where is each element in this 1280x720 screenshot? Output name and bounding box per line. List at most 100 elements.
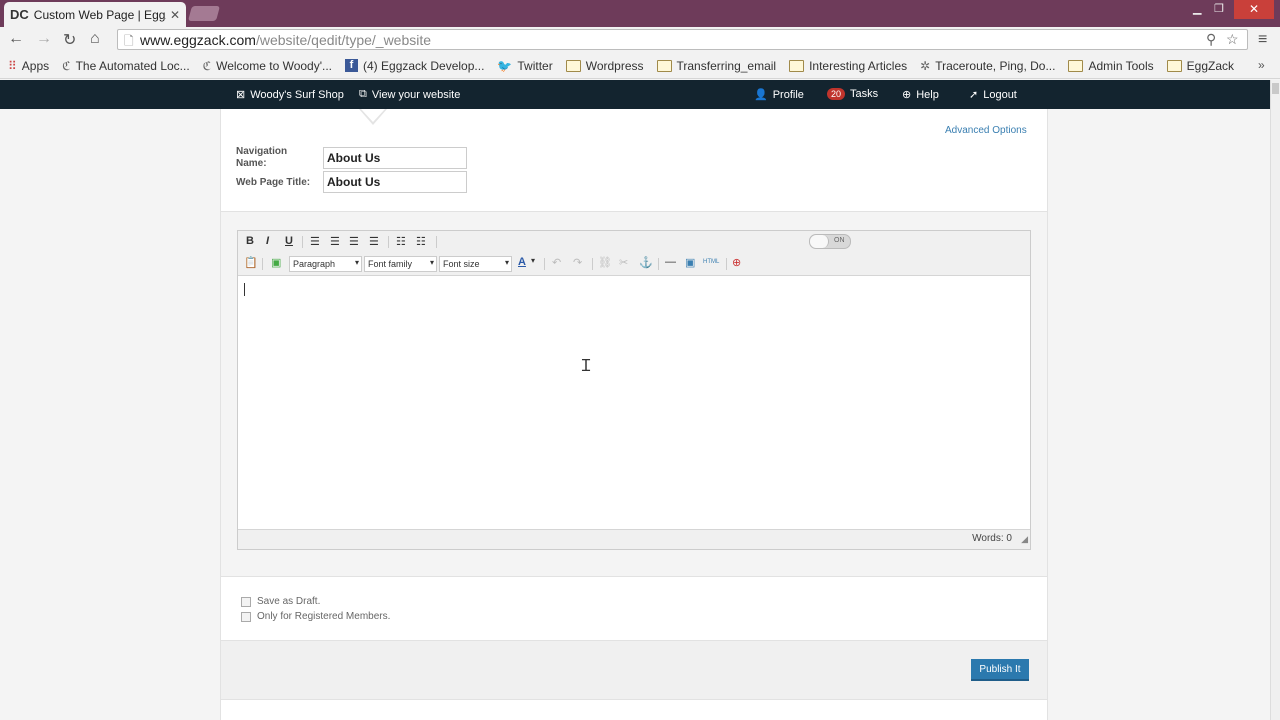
eggzack-logo-icon: ℭ (62, 58, 71, 73)
tasks-count-badge: 20 (827, 88, 846, 100)
view-website-link[interactable]: ⧉ View your website (359, 88, 460, 101)
site-name: Woody's Surf Shop (250, 88, 344, 101)
save-draft-label: Save as Draft. (257, 596, 321, 607)
site-name-link[interactable]: ⊠ Woody's Surf Shop (236, 88, 344, 102)
word-count: Words: 0 (972, 533, 1012, 544)
chevron-down-icon[interactable]: ▾ (531, 256, 535, 265)
bookmark-item[interactable]: ℭ The Automated Loc... (62, 59, 190, 73)
folder-icon (789, 59, 805, 72)
bookmark-label: Transferring_email (676, 58, 777, 73)
redo-icon[interactable]: ↷ (573, 256, 582, 269)
toolbar-separator (262, 258, 263, 270)
bookmark-label: Traceroute, Ping, Do... (935, 58, 1056, 73)
align-right-icon[interactable]: ☰ (349, 235, 359, 248)
reload-icon[interactable]: ↻ (63, 30, 76, 50)
toolbar-separator (658, 258, 659, 270)
new-tab-button[interactable] (187, 6, 221, 21)
eggzack-logo-icon: ⊠ (236, 89, 246, 101)
bookmark-label: Admin Tools (1088, 58, 1154, 73)
toolbar-separator (388, 236, 389, 248)
page-scrollbar[interactable] (1270, 80, 1280, 720)
bold-button[interactable]: B (246, 235, 254, 247)
home-icon[interactable]: ⌂ (90, 30, 100, 48)
eggzack-favicon-icon: DC (10, 7, 29, 22)
align-center-icon[interactable]: ☰ (330, 235, 340, 248)
horizontal-rule-icon[interactable]: — (665, 256, 676, 268)
fullscreen-icon[interactable]: ▣ (685, 256, 695, 269)
bookmark-label: Apps (21, 58, 50, 73)
bookmark-folder[interactable]: EggZack (1166, 59, 1234, 73)
save-draft-option[interactable]: Save as Draft. (241, 596, 320, 607)
bookmark-item[interactable]: f (4) Eggzack Develop... (345, 59, 484, 73)
bookmark-item[interactable]: ✲ Traceroute, Ping, Do... (920, 59, 1055, 73)
editor-toolbar-row-2: 📋 ▣ Paragraph ▾ Font family ▾ Font size ▾ A… (238, 253, 1030, 276)
font-family-select[interactable]: Font family ▾ (364, 256, 437, 272)
unlink-icon[interactable]: ✂ (619, 256, 628, 269)
toolbar-separator (544, 258, 545, 270)
undo-icon[interactable]: ↶ (552, 256, 561, 269)
forward-arrow-icon[interactable]: → (36, 30, 52, 48)
bookmark-label: Twitter (517, 58, 553, 73)
insert-image-icon[interactable]: ▣ (271, 256, 281, 269)
bookmark-folder[interactable]: Admin Tools (1068, 58, 1154, 73)
editor-content-area[interactable] (238, 276, 1030, 529)
tasks-link[interactable]: 20 Tasks (827, 88, 878, 100)
resize-handle-icon[interactable]: ◢ (1021, 534, 1028, 545)
bookmark-folder[interactable]: Wordpress (565, 58, 644, 73)
link-icon[interactable]: ⛓ (598, 256, 612, 269)
bookmark-folder[interactable]: Transferring_email (656, 58, 777, 73)
html-source-icon[interactable]: HTML (703, 259, 719, 265)
browser-titlebar: DC Custom Web Page | EggZ ✕ ▁ ❐ ✕ (0, 0, 1280, 27)
bookmark-label: Wordpress (585, 58, 644, 73)
bullet-list-icon[interactable]: ☷ (396, 235, 406, 248)
twitter-icon: 🐦 (497, 58, 513, 73)
address-bar[interactable]: 🗋 www.eggzack.com/website/qedit/type/_we… (117, 29, 1248, 50)
text-color-icon[interactable]: A (518, 256, 526, 268)
help-link[interactable]: ⊕ Help (902, 88, 939, 102)
back-arrow-icon[interactable]: ← (8, 30, 24, 48)
text-cursor (244, 283, 245, 296)
folder-icon (565, 59, 581, 72)
underline-button[interactable]: U (285, 235, 293, 247)
advanced-options-link[interactable]: Advanced Options (945, 125, 1027, 136)
numbered-list-icon[interactable]: ☷ (416, 235, 426, 248)
window-close-button[interactable]: ✕ (1234, 0, 1274, 19)
paragraph-select-value: Paragraph (293, 259, 336, 269)
bookmarks-overflow-icon[interactable]: » (1258, 58, 1265, 72)
anchor-icon[interactable]: ⚓ (639, 256, 653, 269)
help-lifebuoy-icon[interactable]: ⊕ (732, 256, 741, 269)
align-left-icon[interactable]: ☰ (310, 235, 320, 248)
logout-link[interactable]: ➚ Logout (969, 88, 1017, 102)
paragraph-format-select[interactable]: Paragraph ▾ (289, 256, 362, 272)
bookmark-item[interactable]: 🐦 Twitter (497, 59, 552, 73)
paste-icon[interactable]: 📋 (244, 256, 258, 269)
bookmark-star-icon[interactable]: ☆ (1226, 31, 1239, 48)
registered-members-label: Only for Registered Members. (257, 611, 391, 622)
browser-tab[interactable]: DC Custom Web Page | EggZ ✕ (4, 2, 186, 27)
minimize-icon[interactable]: ▁ (1193, 2, 1201, 15)
registered-members-option[interactable]: Only for Registered Members. (241, 611, 390, 622)
font-family-select-value: Font family (368, 259, 413, 269)
bookmark-folder[interactable]: Interesting Articles (789, 59, 907, 73)
align-justify-icon[interactable]: ☰ (369, 235, 379, 248)
toolbar-separator (592, 258, 593, 270)
publish-button[interactable]: Publish It (971, 659, 1029, 681)
bookmark-apps[interactable]: ⠿ Apps (8, 59, 49, 73)
web-page-title-input[interactable] (323, 171, 467, 193)
toggle-label: ON (834, 237, 845, 244)
chevron-down-icon: ▾ (354, 258, 359, 267)
chrome-menu-icon[interactable]: ≡ (1258, 31, 1267, 49)
restore-icon[interactable]: ❐ (1214, 2, 1224, 15)
bookmark-item[interactable]: ℭ Welcome to Woody'... (203, 59, 332, 73)
save-draft-checkbox[interactable] (241, 596, 251, 607)
search-icon[interactable]: ⚲ (1206, 31, 1216, 48)
bookmark-label: (4) Eggzack Develop... (363, 58, 485, 73)
editor-mode-toggle[interactable]: ON (809, 234, 851, 249)
italic-button[interactable]: I (266, 235, 269, 247)
navigation-name-input[interactable] (323, 147, 467, 169)
tab-close-icon[interactable]: ✕ (170, 8, 180, 22)
font-size-select[interactable]: Font size ▾ (439, 256, 512, 272)
profile-link[interactable]: 👤 Profile (754, 88, 804, 102)
scrollbar-thumb[interactable] (1272, 83, 1279, 94)
registered-members-checkbox[interactable] (241, 611, 251, 622)
